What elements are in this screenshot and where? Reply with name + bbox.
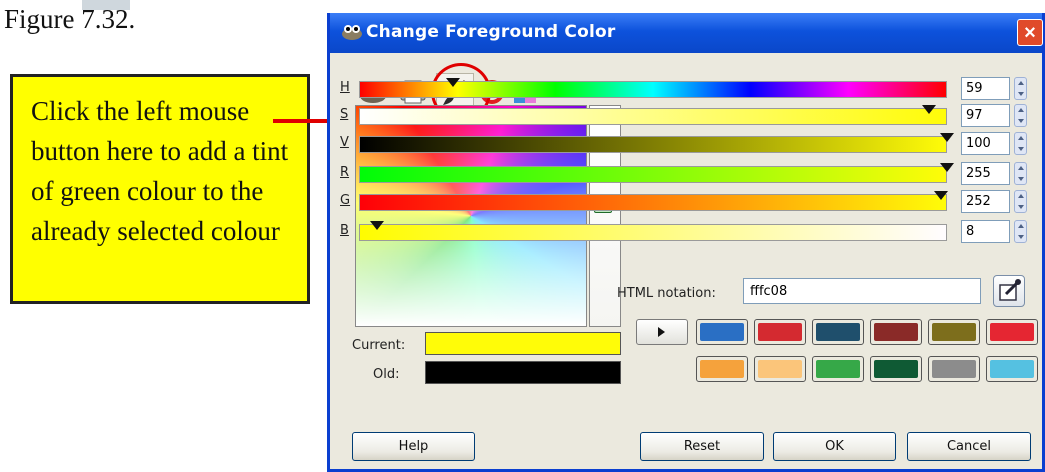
channel-slider-g[interactable]: [359, 194, 947, 211]
history-swatch[interactable]: [870, 319, 922, 345]
history-swatch-color: [990, 323, 1034, 341]
channel-spinbox-r: [961, 162, 1031, 185]
history-swatch[interactable]: [696, 356, 748, 382]
channel-slider-s[interactable]: [359, 108, 947, 125]
channel-value-input-h[interactable]: [961, 77, 1010, 100]
gimp-wilber-icon: [342, 25, 362, 40]
channel-marker-v[interactable]: [940, 133, 954, 142]
channel-label-s: S: [340, 107, 349, 122]
dialog-title: Change Foreground Color: [366, 22, 616, 42]
channel-label-r: R: [340, 165, 350, 180]
history-swatch-color: [874, 323, 918, 341]
history-swatch[interactable]: [754, 319, 806, 345]
history-swatch-color: [990, 360, 1034, 378]
instruction-callout: Click the left mouse button here to add …: [10, 74, 310, 304]
channel-label-g: G: [340, 193, 351, 208]
history-swatch[interactable]: [812, 319, 864, 345]
current-color-swatch: [425, 332, 621, 355]
channel-spinbox-v: [961, 132, 1031, 155]
spin-arrows-icon[interactable]: [1014, 162, 1027, 185]
channel-marker-g[interactable]: [934, 191, 949, 200]
channel-marker-b[interactable]: [369, 221, 384, 230]
current-label: Current:: [352, 338, 406, 353]
history-swatch[interactable]: [754, 356, 806, 382]
cancel-button[interactable]: Cancel: [907, 432, 1031, 461]
history-swatch-color: [816, 323, 860, 341]
history-swatch-color: [816, 360, 860, 378]
spin-arrows-icon[interactable]: [1014, 104, 1027, 127]
channel-spinbox-g: [961, 190, 1031, 213]
channel-spinbox-s: [961, 104, 1031, 127]
old-color-swatch: [425, 361, 621, 384]
history-swatch-color: [758, 323, 802, 341]
cropped-icon-fragment: [82, 0, 130, 10]
channel-label-v: V: [340, 135, 349, 150]
color-picker-button[interactable]: [993, 275, 1025, 307]
channel-spinbox-b: [961, 220, 1031, 243]
old-label: Old:: [373, 367, 400, 382]
channel-label-h: H: [340, 80, 350, 95]
history-swatch[interactable]: [870, 356, 922, 382]
history-swatch[interactable]: [986, 319, 1038, 345]
channel-value-input-r[interactable]: [961, 162, 1010, 185]
channel-marker-s[interactable]: [922, 105, 937, 114]
history-swatch[interactable]: [696, 319, 748, 345]
channel-marker-h[interactable]: [446, 78, 461, 87]
html-notation-label: HTML notation:: [617, 286, 716, 301]
ok-button[interactable]: OK: [773, 432, 896, 461]
dialog-titlebar: Change Foreground Color ×: [330, 13, 1043, 53]
channel-slider-b[interactable]: [359, 224, 947, 241]
channel-value-input-g[interactable]: [961, 190, 1010, 213]
channel-slider-r[interactable]: [359, 166, 947, 183]
reset-button[interactable]: Reset: [640, 432, 764, 461]
history-swatch[interactable]: [928, 356, 980, 382]
channel-marker-r[interactable]: [940, 163, 954, 172]
spin-arrows-icon[interactable]: [1014, 190, 1027, 213]
history-swatch[interactable]: [986, 356, 1038, 382]
close-button[interactable]: ×: [1017, 19, 1043, 46]
channel-value-input-b[interactable]: [961, 220, 1010, 243]
spin-arrows-icon[interactable]: [1014, 220, 1027, 243]
channel-slider-v[interactable]: [359, 136, 947, 153]
spin-arrows-icon[interactable]: [1014, 77, 1027, 100]
channel-value-input-v[interactable]: [961, 132, 1010, 155]
spin-arrows-icon[interactable]: [1014, 132, 1027, 155]
history-swatch[interactable]: [928, 319, 980, 345]
help-button[interactable]: Help: [352, 432, 475, 461]
history-swatch-color: [700, 360, 744, 378]
history-add-button[interactable]: [636, 319, 688, 345]
channel-label-b: B: [340, 223, 349, 238]
history-swatch-color: [874, 360, 918, 378]
channel-value-input-s[interactable]: [961, 104, 1010, 127]
channel-spinbox-h: [961, 77, 1031, 100]
html-notation-input[interactable]: [743, 278, 981, 304]
eyedropper-icon: [999, 279, 1021, 301]
change-foreground-color-dialog: Change Foreground Color × Current: Old: …: [327, 13, 1045, 472]
history-swatch[interactable]: [812, 356, 864, 382]
history-swatch-color: [932, 323, 976, 341]
history-swatch-color: [700, 323, 744, 341]
history-swatch-color: [758, 360, 802, 378]
history-swatch-color: [932, 360, 976, 378]
